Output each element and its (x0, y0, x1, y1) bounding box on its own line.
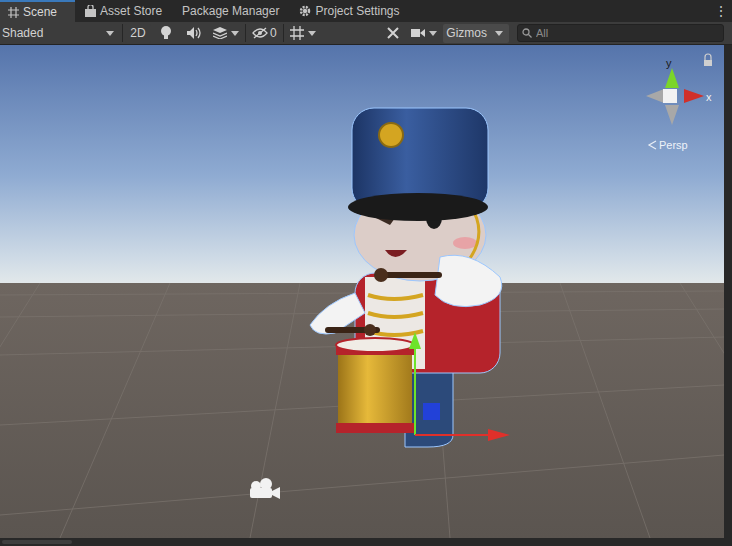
editor-tab[interactable]: Package Manager (172, 0, 289, 22)
gizmos-dropdown[interactable]: Gizmos (443, 24, 509, 43)
layers-icon (213, 27, 227, 39)
projection-label[interactable]: Persp (659, 137, 688, 154)
y-axis-label: y (666, 55, 672, 72)
video-camera-icon (411, 28, 425, 38)
dropdown-arrow-icon (429, 31, 437, 36)
projection-icon (649, 141, 656, 149)
tab-bar: SceneAsset StorePackage ManagerProject S… (0, 0, 732, 22)
lighting-toggle[interactable] (153, 24, 179, 43)
search-icon (522, 28, 532, 38)
camera-dropdown[interactable] (407, 24, 441, 43)
shopping-bag-icon (85, 5, 96, 17)
dropdown-arrow-icon (495, 31, 503, 36)
tools-button[interactable] (381, 24, 405, 43)
effects-dropdown[interactable] (209, 24, 243, 43)
dropdown-arrow-icon (106, 31, 114, 36)
hidden-objects-toggle[interactable]: 0 (248, 24, 281, 43)
eye-slash-icon (252, 27, 268, 39)
camera-icon[interactable] (250, 478, 280, 499)
search-input[interactable] (536, 25, 719, 42)
scene-canvas (0, 45, 724, 538)
search-field[interactable] (517, 24, 724, 42)
tools-icon (386, 26, 400, 40)
dropdown-arrow-icon (231, 31, 239, 36)
speaker-icon (187, 27, 201, 39)
shading-dropdown[interactable]: Shaded (0, 23, 120, 44)
grid-icon (290, 26, 304, 40)
orientation-gizmo[interactable] (646, 68, 704, 125)
tab-menu-button[interactable]: ⋮ (710, 0, 732, 22)
editor-tab[interactable]: Project Settings (289, 0, 409, 22)
lightbulb-icon (160, 26, 172, 40)
editor-tab[interactable]: Scene (0, 0, 75, 22)
dropdown-arrow-icon (308, 31, 316, 36)
scene-viewport[interactable]: y x Persp (0, 45, 724, 538)
grid-dropdown[interactable] (286, 24, 320, 43)
lock-icon[interactable] (704, 54, 712, 66)
audio-toggle[interactable] (181, 24, 207, 43)
x-axis-label: x (706, 89, 712, 106)
bottom-strip (0, 538, 732, 546)
toy-soldier[interactable] (310, 108, 502, 447)
2d-toggle[interactable]: 2D (125, 24, 151, 43)
grid-hash-icon (8, 7, 19, 18)
move-gizmo[interactable] (409, 332, 510, 441)
editor-tab[interactable]: Asset Store (75, 0, 172, 22)
gear-icon (299, 5, 311, 17)
scene-toolbar: Shaded 2D 0 (0, 22, 732, 45)
